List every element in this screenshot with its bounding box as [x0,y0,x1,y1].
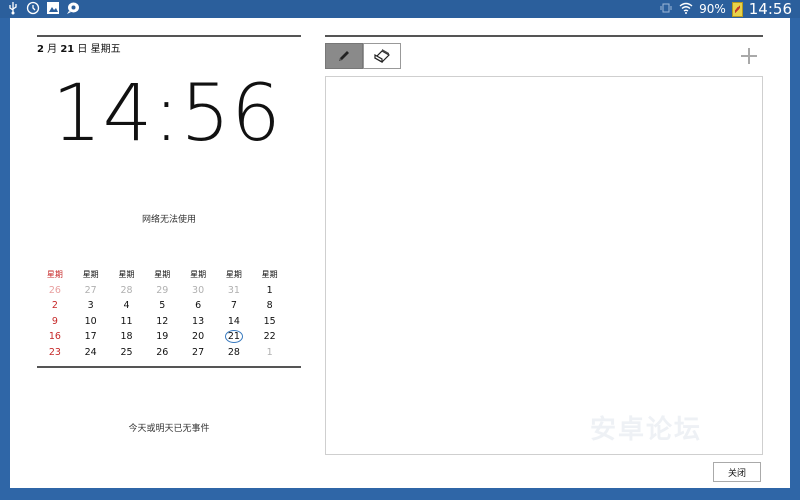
mini-calendar[interactable]: 星期 星期 星期 星期 星期 星期 星期 26 27 28 29 30 31 1… [37,267,301,360]
calendar-day[interactable]: 28 [216,347,252,358]
calendar-day[interactable]: 17 [73,331,109,342]
calendar-week: 9 10 11 12 13 14 15 [37,314,301,330]
weekday-header: 星期 [118,270,135,280]
calendar-day[interactable]: 5 [144,300,180,311]
memo-top-divider [325,35,763,37]
image-icon [46,1,60,15]
battery-percent: 90% [699,2,726,16]
calendar-week: 2 3 4 5 6 7 8 [37,298,301,314]
vibrate-icon [659,2,673,16]
calendar-day[interactable]: 26 [144,347,180,358]
calendar-day[interactable]: 15 [252,316,288,327]
dialog-panel: 2 月 21 日 星期五 14:56 网络无法使用 星期 星期 星期 星期 星期… [10,18,790,488]
battery-icon [731,1,743,17]
calendar-day[interactable]: 1 [252,285,288,296]
date-weekday: 星期五 [90,44,121,55]
calendar-day[interactable]: 20 [180,331,216,342]
weekday-header: 星期 [154,270,171,280]
date-month-unit: 月 [43,44,61,55]
calendar-day[interactable]: 6 [180,300,216,311]
weekday-header: 星期 [46,270,63,280]
close-button[interactable]: 关闭 [713,462,761,482]
notification-icons [6,1,80,15]
usb-icon [6,1,20,15]
status-bar: 90% 14:56 [0,0,800,18]
big-clock: 14:56 [52,69,282,159]
calendar-day[interactable]: 12 [144,316,180,327]
weekday-header: 星期 [82,270,99,280]
date-label: 2 月 21 日 星期五 [37,40,301,55]
calendar-day[interactable]: 16 [37,331,73,342]
date-day-unit: 日 [74,44,91,55]
drawing-canvas[interactable]: 安卓论坛 [325,76,763,455]
wifi-icon [679,2,693,17]
calendar-day[interactable]: 10 [73,316,109,327]
date-month: 2 [37,44,44,55]
no-events-text: 今天或明天已无事件 [128,424,210,434]
today-ring: 21 [224,330,243,344]
calendar-day[interactable]: 24 [73,347,109,358]
calendar-week: 23 24 25 26 27 28 1 [37,345,301,361]
calendar-day[interactable]: 25 [109,347,145,358]
memo-toolbar [325,43,401,69]
eraser-button[interactable] [363,43,401,69]
calendar-week: 16 17 18 19 20 21 22 [37,329,301,345]
calendar-day[interactable]: 30 [180,285,216,296]
sync-icon [26,1,40,15]
calendar-day[interactable]: 2 [37,300,73,311]
calendar-day[interactable]: 13 [180,316,216,327]
calendar-day[interactable]: 11 [109,316,145,327]
calendar-day[interactable]: 9 [37,316,73,327]
plus-icon[interactable] [739,46,759,66]
calendar-day[interactable]: 22 [252,331,288,342]
watermark: 安卓论坛 [589,415,702,445]
calendar-day[interactable]: 19 [144,331,180,342]
calendar-day[interactable]: 28 [109,285,145,296]
calendar-day[interactable]: 29 [144,285,180,296]
calendar-day[interactable]: 7 [216,300,252,311]
date-day: 21 [60,44,75,55]
memo-area: 安卓论坛 关闭 [325,35,763,482]
network-status: 网络无法使用 [141,215,196,225]
calendar-day[interactable]: 18 [109,331,145,342]
calendar-day[interactable]: 27 [180,347,216,358]
calendar-day[interactable]: 27 [73,285,109,296]
calendar-day[interactable]: 23 [37,347,73,358]
calendar-week: 26 27 28 29 30 31 1 [37,283,301,299]
weekday-header: 星期 [261,270,278,280]
status-right: 90% 14:56 [659,0,792,18]
eraser-icon [374,49,390,64]
calendar-day[interactable]: 14 [216,316,252,327]
bottom-divider [37,366,301,368]
pen-icon [339,51,349,61]
calendar-day[interactable]: 31 [216,285,252,296]
weekday-header: 星期 [225,270,242,280]
chat-icon [66,1,80,15]
calendar-day[interactable]: 26 [37,285,73,296]
calendar-header-row: 星期 星期 星期 星期 星期 星期 星期 [37,267,301,283]
clock-widget: 2 月 21 日 星期五 14:56 网络无法使用 星期 星期 星期 星期 星期… [37,35,301,434]
calendar-day-today[interactable]: 21 [216,330,252,344]
weekday-header: 星期 [190,270,207,280]
top-divider [37,35,301,37]
calendar-day[interactable]: 1 [252,347,288,358]
calendar-day[interactable]: 8 [252,300,288,311]
pen-button[interactable] [325,43,363,69]
calendar-day[interactable]: 3 [73,300,109,311]
calendar-day[interactable]: 4 [109,300,145,311]
status-time: 14:56 [748,0,792,18]
